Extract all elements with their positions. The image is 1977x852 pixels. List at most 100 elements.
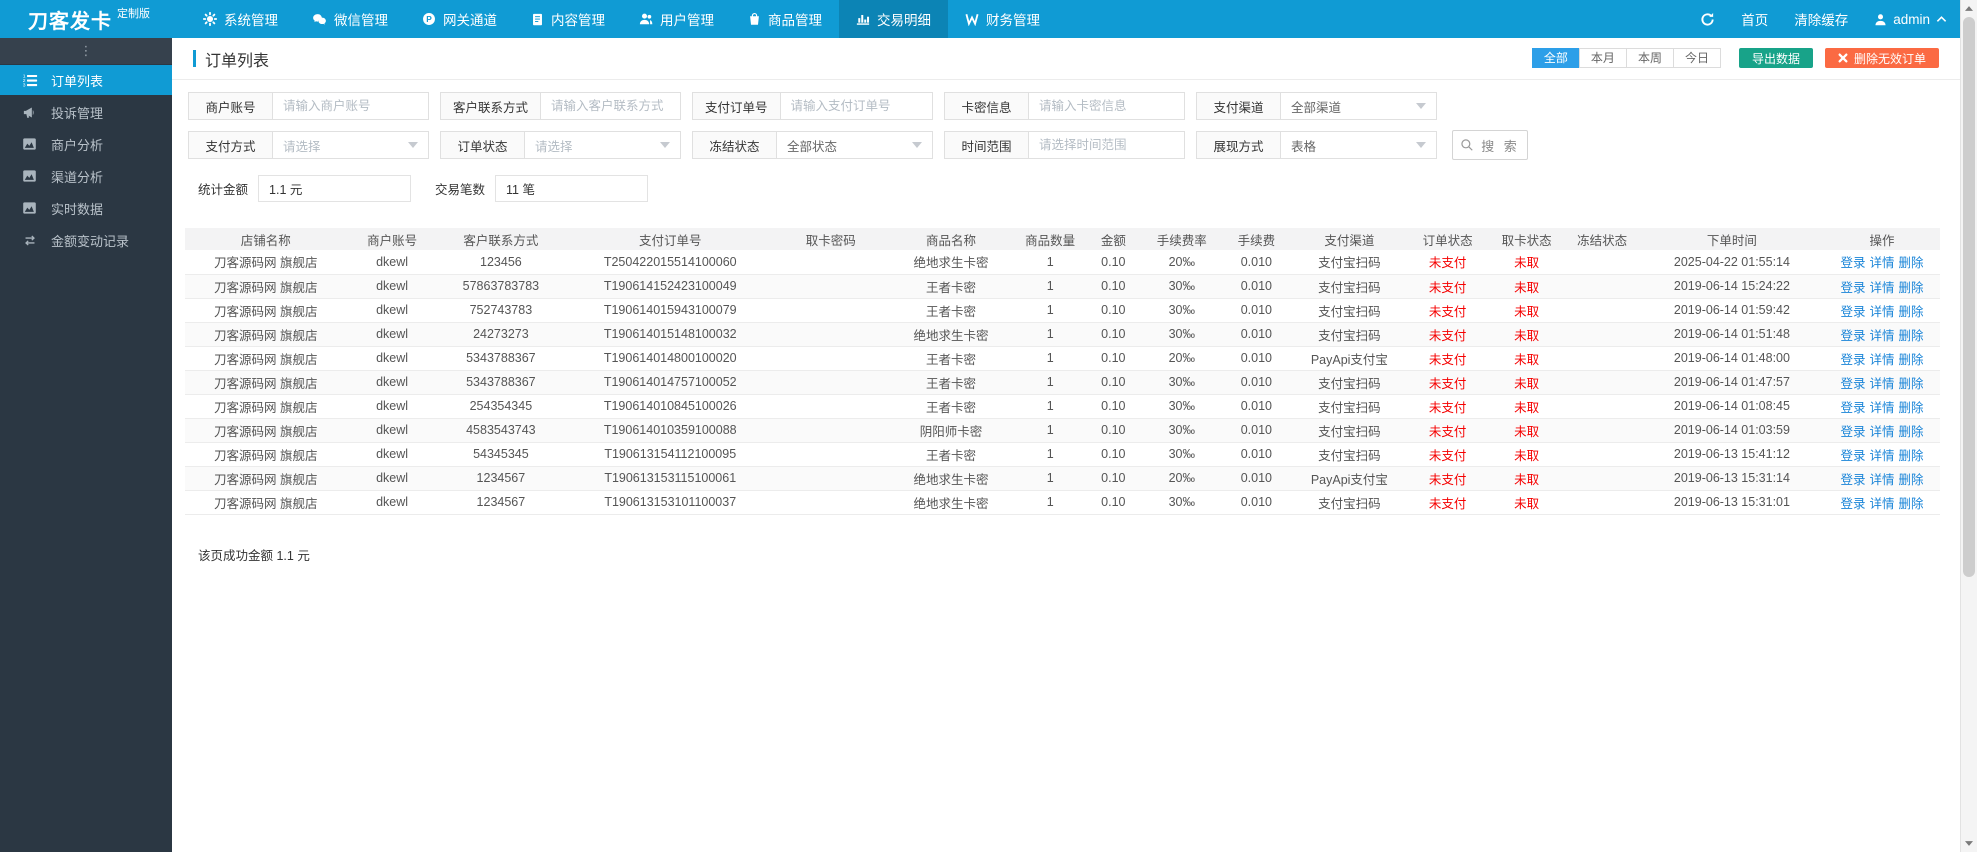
user-menu[interactable]: admin <box>1874 12 1947 27</box>
row-action-详情[interactable]: 详情 <box>1870 305 1895 319</box>
topnav-item-trades[interactable]: 交易明细 <box>839 0 948 38</box>
cell: 绝地求生卡密 <box>885 322 1017 347</box>
scroll-down-arrow-icon[interactable] <box>1961 835 1977 852</box>
row-action-删除[interactable]: 删除 <box>1899 281 1924 295</box>
export-data-button[interactable]: 导出数据 <box>1738 48 1813 68</box>
cell: 57863783783 <box>437 274 565 299</box>
sidebar-item-merchant-analytics[interactable]: 商户分析 <box>0 129 172 159</box>
time-range-input[interactable] <box>1029 132 1184 158</box>
range-tab-week[interactable]: 本周 <box>1625 48 1674 68</box>
cell: 2019-06-14 01:59:42 <box>1639 298 1825 323</box>
cell: dkewl <box>346 322 438 347</box>
row-action-登录[interactable]: 登录 <box>1841 473 1866 487</box>
row-action-登录[interactable]: 登录 <box>1841 353 1866 367</box>
row-action-删除[interactable]: 删除 <box>1899 497 1924 511</box>
actions-cell: 登录 详情 删除 <box>1824 490 1940 515</box>
row-action-登录[interactable]: 登录 <box>1841 305 1866 319</box>
sidebar-item-balance-log[interactable]: 金额变动记录 <box>0 225 172 255</box>
row-action-详情[interactable]: 详情 <box>1870 281 1895 295</box>
filter-panel: 商户账号客户联系方式支付订单号卡密信息支付渠道全部渠道 支付方式请选择订单状态请… <box>172 80 1977 160</box>
orders-table-wrap: 店铺名称 商户账号 客户联系方式 支付订单号 取卡密码 商品名称 商品数量 金额 手续费率 手续费… <box>185 228 1940 515</box>
topnav-item-finance[interactable]: 财务管理 <box>948 0 1057 38</box>
row-action-删除[interactable]: 删除 <box>1899 256 1924 270</box>
delete-invalid-orders-button[interactable]: 删除无效订单 <box>1824 48 1939 68</box>
cell: T190614014800100020 <box>564 346 777 371</box>
search-button[interactable]: 搜 索 <box>1452 130 1528 160</box>
cell: 未支付 <box>1406 250 1489 275</box>
card-info-input[interactable] <box>1029 93 1184 119</box>
clear-cache-link[interactable]: 清除缓存 <box>1794 9 1848 29</box>
row-action-登录[interactable]: 登录 <box>1841 401 1866 415</box>
table-row: 刀客源码网 旗舰店 dkewl 752743783 T1906140159431000… <box>185 298 1940 323</box>
cell: 1 <box>1016 442 1084 467</box>
cell: 30‰ <box>1143 370 1221 395</box>
cell: 0.010 <box>1220 274 1293 299</box>
cell: 2019-06-14 01:08:45 <box>1639 394 1825 419</box>
scroll-up-arrow-icon[interactable] <box>1961 0 1977 17</box>
row-action-详情[interactable]: 详情 <box>1870 425 1895 439</box>
customer-contact-input[interactable] <box>541 93 680 119</box>
scrollbar-thumb[interactable] <box>1963 17 1975 577</box>
row-action-登录[interactable]: 登录 <box>1841 497 1866 511</box>
sidebar-item-complaints[interactable]: 投诉管理 <box>0 97 172 127</box>
cell: 0.10 <box>1083 322 1144 347</box>
row-action-详情[interactable]: 详情 <box>1870 473 1895 487</box>
row-action-登录[interactable]: 登录 <box>1841 425 1866 439</box>
row-action-详情[interactable]: 详情 <box>1870 329 1895 343</box>
vertical-scrollbar[interactable] <box>1960 0 1977 852</box>
topnav-item-system[interactable]: 系统管理 <box>186 0 295 38</box>
range-tab-today[interactable]: 今日 <box>1672 48 1721 68</box>
row-action-登录[interactable]: 登录 <box>1841 281 1866 295</box>
row-action-删除[interactable]: 删除 <box>1899 353 1924 367</box>
sidebar-collapse-handle[interactable]: ⋮ <box>0 38 172 64</box>
pay-method-select[interactable]: 请选择 <box>273 132 428 158</box>
refresh-button[interactable] <box>1700 12 1715 27</box>
home-link[interactable]: 首页 <box>1741 9 1768 29</box>
topnav-item-wechat[interactable]: 微信管理 <box>295 0 405 38</box>
payment-order-no-input[interactable] <box>780 93 932 119</box>
topnav-item-goods[interactable]: 商品管理 <box>731 0 839 38</box>
row-action-登录[interactable]: 登录 <box>1841 256 1866 270</box>
cell: 支付宝扫码 <box>1292 370 1407 395</box>
range-tab-month[interactable]: 本月 <box>1578 48 1627 68</box>
row-action-登录[interactable]: 登录 <box>1841 329 1866 343</box>
range-tab-all[interactable]: 全部 <box>1531 48 1580 68</box>
topnav-item-gateway[interactable]: P 网关通道 <box>405 0 514 38</box>
row-action-删除[interactable]: 删除 <box>1899 377 1924 391</box>
row-action-登录[interactable]: 登录 <box>1841 377 1866 391</box>
merchant-account-input[interactable] <box>273 93 428 119</box>
topnav-item-users[interactable]: 用户管理 <box>622 0 731 38</box>
svg-text:P: P <box>426 14 432 24</box>
row-action-详情[interactable]: 详情 <box>1870 377 1895 391</box>
brand-logo[interactable]: 刀客发卡 定制版 <box>0 0 172 38</box>
freeze-status-select[interactable]: 全部状态 <box>777 132 932 158</box>
cell: 2019-06-13 15:41:12 <box>1639 442 1825 467</box>
cell: 未取 <box>1488 418 1565 443</box>
display-mode-select[interactable]: 表格 <box>1281 132 1436 158</box>
order-status-select[interactable]: 请选择 <box>525 132 680 158</box>
topnav-item-content[interactable]: 内容管理 <box>514 0 622 38</box>
row-action-删除[interactable]: 删除 <box>1899 449 1924 463</box>
cell: 未取 <box>1488 322 1565 347</box>
sidebar-item-realtime-data[interactable]: 实时数据 <box>0 193 172 223</box>
row-action-详情[interactable]: 详情 <box>1870 256 1895 270</box>
row-action-登录[interactable]: 登录 <box>1841 449 1866 463</box>
row-action-删除[interactable]: 删除 <box>1899 305 1924 319</box>
table-row: 刀客源码网 旗舰店 dkewl 24273273 T19061401514810003… <box>185 322 1940 347</box>
cell: 30‰ <box>1143 274 1221 299</box>
row-action-删除[interactable]: 删除 <box>1899 425 1924 439</box>
cell: dkewl <box>346 274 438 299</box>
row-action-详情[interactable]: 详情 <box>1870 353 1895 367</box>
row-action-删除[interactable]: 删除 <box>1899 473 1924 487</box>
row-action-详情[interactable]: 详情 <box>1870 401 1895 415</box>
row-action-删除[interactable]: 删除 <box>1899 401 1924 415</box>
column-header: 商品数量 <box>1016 228 1084 250</box>
sidebar-item-channel-analytics[interactable]: 渠道分析 <box>0 161 172 191</box>
row-action-详情[interactable]: 详情 <box>1870 449 1895 463</box>
cell: 阴阳师卡密 <box>885 418 1017 443</box>
sidebar-item-orders[interactable]: 1 2 3 订单列表 <box>0 65 172 95</box>
pay-channel-select[interactable]: 全部渠道 <box>1281 93 1436 119</box>
row-action-删除[interactable]: 删除 <box>1899 329 1924 343</box>
cell: 刀客源码网 旗舰店 <box>185 250 347 275</box>
row-action-详情[interactable]: 详情 <box>1870 497 1895 511</box>
